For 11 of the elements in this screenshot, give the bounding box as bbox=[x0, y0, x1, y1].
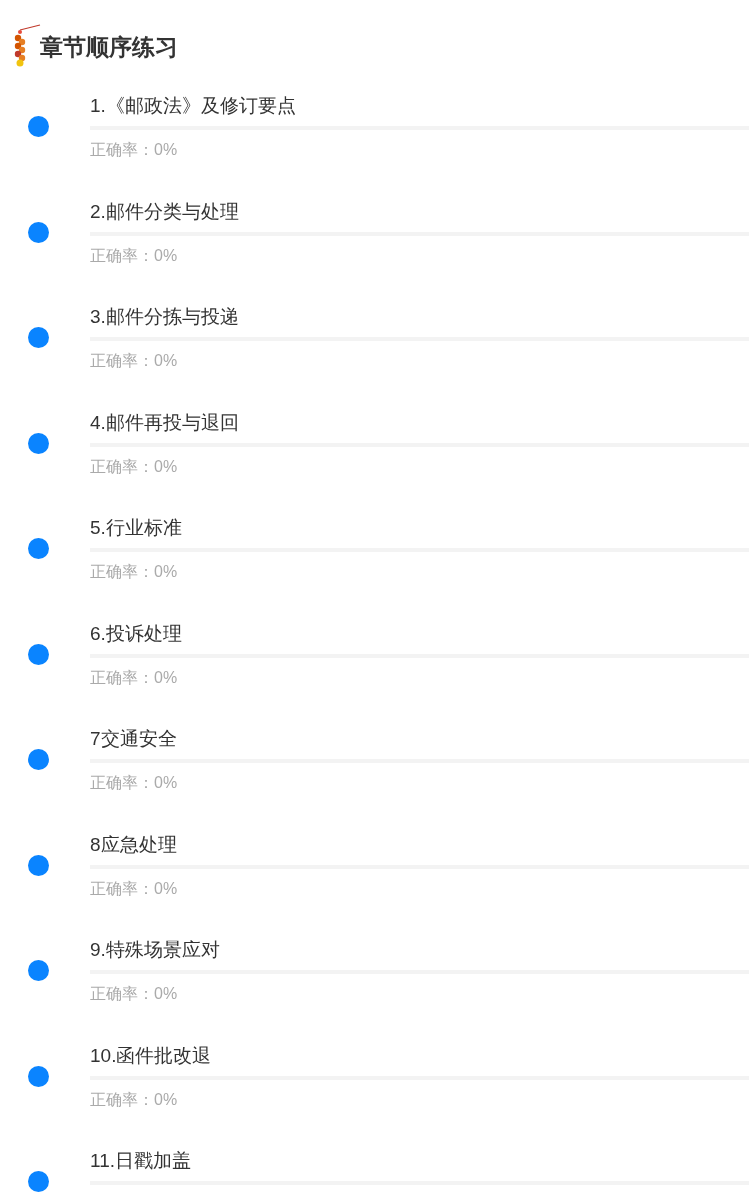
accuracy-text: 正确率：0% bbox=[90, 456, 178, 477]
accuracy-text: 正确率：0% bbox=[90, 140, 178, 160]
accuracy-text: 正确率：0% bbox=[90, 1089, 178, 1110]
accuracy-text: 正确率：0% bbox=[90, 984, 178, 1004]
accuracy-text: 正确率：0% bbox=[90, 245, 178, 266]
accuracy-text: 正确率：0% bbox=[90, 773, 178, 793]
page-title: 章节顺序练习 bbox=[40, 33, 178, 62]
accuracy-text: 正确率：0% bbox=[90, 351, 178, 371]
accuracy-text: 正确率：0% bbox=[90, 878, 178, 899]
accuracy-text: 正确率：0% bbox=[90, 562, 178, 582]
accuracy-text: 正确率：0% bbox=[90, 667, 178, 688]
